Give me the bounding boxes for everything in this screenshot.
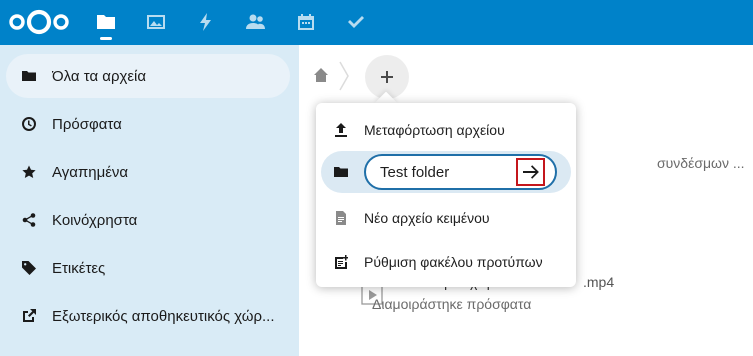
breadcrumb-separator: [339, 61, 349, 91]
sidebar-item-label: Όλα τα αρχεία: [52, 67, 147, 85]
files-icon[interactable]: [94, 10, 118, 34]
upload-file-button[interactable]: Μεταφόρτωση αρχείου: [316, 108, 576, 152]
plus-icon: [381, 71, 393, 83]
contacts-icon[interactable]: [244, 10, 268, 34]
active-app-indicator: [100, 37, 112, 40]
sidebar-item-all-files[interactable]: Όλα τα αρχεία: [6, 54, 290, 98]
sidebar-item-shares[interactable]: Κοινόχρηστα: [6, 198, 290, 242]
sidebar-item-label: Εξωτερικός αποθηκευτικός χώρ...: [52, 307, 275, 325]
upload-label: Μεταφόρτωση αρχείου: [364, 122, 505, 138]
text-file-icon: [334, 211, 348, 225]
clock-icon: [22, 117, 36, 131]
sidebar-item-label: Ετικέτες: [52, 259, 106, 277]
sidebar-item-favorites[interactable]: Αγαπημένα: [6, 150, 290, 194]
sidebar-item-external-storage[interactable]: Εξωτερικός αποθηκευτικός χώρ...: [6, 294, 290, 338]
confirm-new-folder-button[interactable]: [516, 158, 545, 186]
new-text-file-button[interactable]: Νέο αρχείο κειμένου: [316, 196, 576, 240]
sidebar-item-recent[interactable]: Πρόσφατα: [6, 102, 290, 146]
shared-links-text: συνδέσμων ...: [657, 155, 745, 171]
share-icon: [22, 213, 36, 227]
arrow-right-icon: [522, 165, 539, 179]
sidebar-item-label: Πρόσφατα: [52, 115, 122, 133]
app-navigation: Όλα τα αρχεία Πρόσφατα Αγαπημένα Κοινόχρ…: [0, 45, 299, 356]
sidebar-item-label: Αγαπημένα: [52, 163, 129, 181]
file-extension: .mp4: [583, 274, 615, 290]
sidebar-item-tags[interactable]: Ετικέτες: [6, 246, 290, 290]
tasks-icon[interactable]: [344, 10, 368, 34]
top-header: [0, 0, 753, 45]
template-icon: [334, 255, 348, 269]
new-menu-popover: Μεταφόρτωση αρχείου Νέο αρχείο κειμένου …: [316, 103, 576, 287]
star-icon: [22, 165, 36, 179]
file-subtitle: Διαμοιράστηκε πρόσφατα: [372, 296, 532, 312]
templates-label: Ρύθμιση φακέλου προτύπων: [364, 254, 543, 270]
new-text-file-label: Νέο αρχείο κειμένου: [364, 210, 490, 226]
folder-icon: [22, 69, 36, 83]
photos-icon[interactable]: [144, 10, 168, 34]
tag-icon: [22, 261, 36, 275]
home-icon[interactable]: [313, 67, 329, 83]
calendar-icon[interactable]: [294, 10, 318, 34]
set-templates-folder-button[interactable]: Ρύθμιση φακέλου προτύπων: [316, 240, 576, 284]
upload-icon: [334, 123, 348, 137]
nextcloud-logo[interactable]: [8, 8, 70, 36]
sidebar-item-label: Κοινόχρηστα: [52, 211, 138, 229]
folder-icon: [334, 165, 348, 179]
new-folder-row: [321, 151, 571, 193]
external-link-icon: [22, 309, 36, 323]
activity-icon[interactable]: [194, 10, 218, 34]
